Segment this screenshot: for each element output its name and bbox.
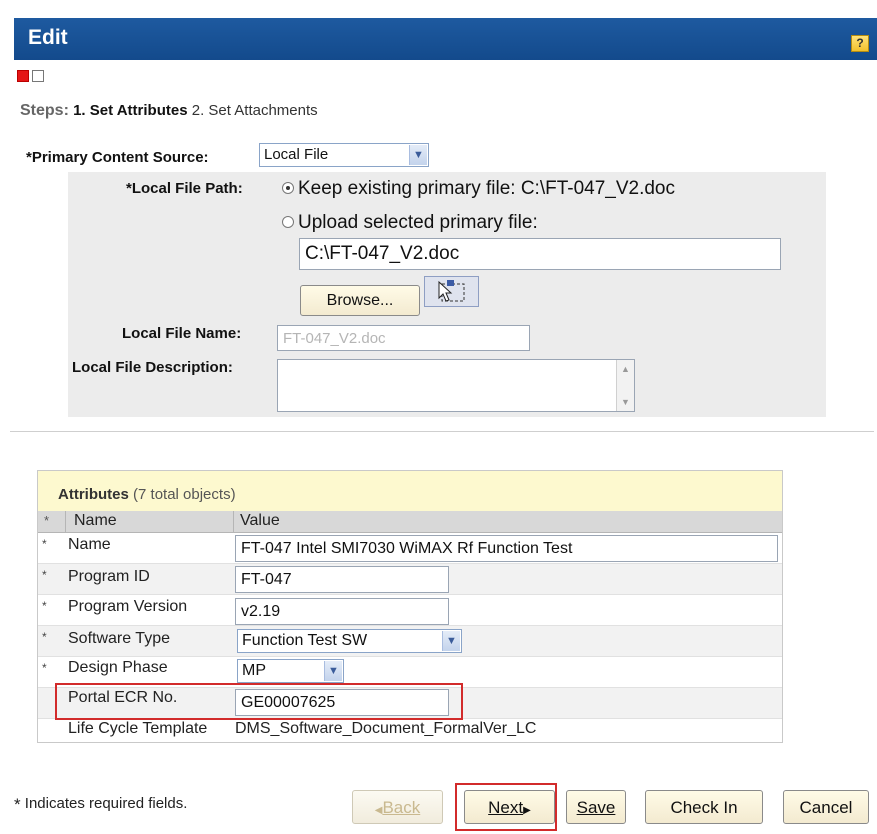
attributes-header: Attributes (7 total objects) (38, 471, 782, 511)
browse-button[interactable]: Browse... (300, 285, 420, 316)
highlight-frame (455, 783, 557, 831)
local-file-name-input[interactable]: FT-047_V2.doc (277, 325, 530, 351)
column-required: * (44, 513, 50, 528)
attribute-name: Life Cycle Template (68, 720, 208, 737)
cancel-label: Cancel (799, 798, 853, 817)
name-input[interactable]: FT-047 Intel SMI7030 WiMAX Rf Function T… (235, 535, 778, 562)
check-in-label: Check In (670, 798, 738, 817)
local-file-description-label: Local File Description: (72, 359, 233, 376)
content-source-label: *Primary Content Source: (26, 149, 209, 166)
step-2-number: 2. (191, 102, 205, 119)
attribute-name: Program Version (68, 598, 188, 615)
column-separator (233, 511, 234, 533)
check-in-button[interactable]: Check In (645, 790, 763, 824)
required-marker: * (42, 568, 47, 582)
upload-selected-radio[interactable] (282, 216, 294, 228)
drag-drop-icon[interactable] (424, 276, 479, 307)
keep-existing-option[interactable]: Keep existing primary file: C:\FT-047_V2… (282, 178, 675, 200)
step-indicator-current (17, 70, 29, 82)
local-file-name-label: Local File Name: (122, 325, 242, 342)
steps-label: Steps: (20, 102, 69, 119)
attribute-name: Software Type (68, 630, 170, 647)
page-title: Edit (14, 18, 877, 60)
step-1-label: Set Attributes (89, 102, 188, 119)
keep-existing-label: Keep existing primary file: C:\FT-047_V2… (298, 178, 676, 199)
section-divider (10, 431, 874, 432)
back-label: Back (382, 798, 421, 817)
highlight-frame (55, 683, 463, 720)
software-type-select[interactable]: Function Test SW ▼ (237, 629, 462, 653)
local-file-path-label: *Local File Path: (126, 180, 243, 197)
design-phase-select[interactable]: MP ▼ (237, 659, 344, 683)
chevron-down-icon: ▼ (409, 145, 427, 165)
chevron-down-icon: ▼ (324, 661, 342, 681)
attributes-column-header (38, 511, 782, 533)
content-source-value: Local File (264, 146, 329, 163)
program-version-input[interactable]: v2.19 (235, 598, 449, 625)
step-2-label[interactable]: Set Attachments (208, 102, 317, 119)
column-separator (65, 511, 66, 533)
local-file-description-textarea[interactable]: ▲ ▼ (277, 359, 635, 412)
save-button[interactable]: Save (566, 790, 626, 824)
attribute-name: Name (68, 536, 111, 553)
file-path-input[interactable]: C:\FT-047_V2.doc (299, 238, 781, 270)
textarea-scrollbar[interactable]: ▲ ▼ (616, 360, 634, 411)
steps-breadcrumb: Steps: 1. Set Attributes 2. Set Attachme… (20, 102, 318, 120)
chevron-down-icon: ▼ (442, 631, 460, 651)
attributes-count: (7 total objects) (133, 486, 236, 503)
required-marker: * (42, 661, 47, 675)
life-cycle-template-value: DMS_Software_Document_FormalVer_LC (235, 720, 537, 737)
upload-selected-option[interactable]: Upload selected primary file: (282, 212, 538, 234)
software-type-value: Function Test SW (242, 632, 368, 649)
required-marker: * (42, 537, 47, 551)
attribute-name: Program ID (68, 568, 150, 585)
required-marker: * (42, 630, 47, 644)
keep-existing-radio[interactable] (282, 182, 294, 194)
attribute-name: Design Phase (68, 659, 168, 676)
step-indicator-next (32, 70, 44, 82)
scroll-up-icon[interactable]: ▲ (617, 360, 634, 378)
upload-selected-label: Upload selected primary file: (298, 212, 538, 233)
step-1-number: 1. (73, 102, 86, 119)
program-id-input[interactable]: FT-047 (235, 566, 449, 593)
help-button[interactable]: ? (851, 35, 869, 52)
attributes-title: Attributes (58, 486, 129, 503)
required-marker: * (42, 599, 47, 613)
scroll-down-icon[interactable]: ▼ (617, 393, 634, 411)
save-label: Save (576, 798, 616, 817)
required-star: * (14, 795, 21, 814)
content-source-select[interactable]: Local File ▼ (259, 143, 429, 167)
required-fields-note: * Indicates required fields. (14, 795, 187, 815)
column-value[interactable]: Value (240, 512, 280, 530)
column-name[interactable]: Name (74, 512, 117, 530)
cancel-button[interactable]: Cancel (783, 790, 869, 824)
design-phase-value: MP (242, 662, 266, 679)
back-button: ◀Back (352, 790, 443, 824)
required-note-text: Indicates required fields. (24, 795, 188, 812)
